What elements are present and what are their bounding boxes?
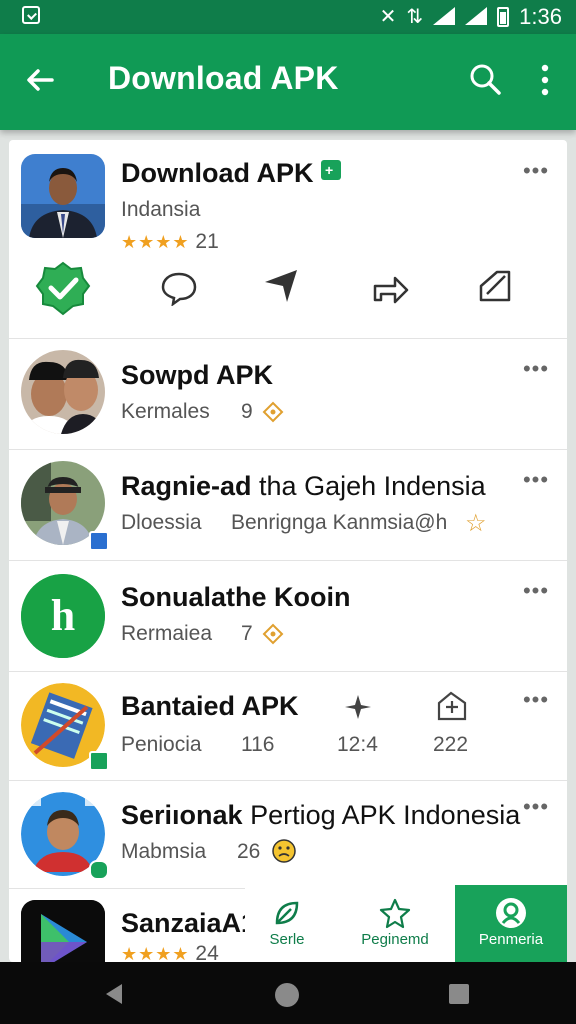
bottom-navigation: Serle Peginemd Penmeria [245, 885, 567, 962]
nav-label: Penmeria [478, 931, 544, 948]
list-item[interactable]: Sowpd APK Kermales 9 ••• [9, 338, 567, 450]
vibrate-off-icon: ✕ [379, 6, 397, 28]
star-outline-icon [379, 898, 411, 929]
app-icon: h [21, 574, 105, 658]
emoji-icon [272, 839, 296, 863]
badge-icon [89, 860, 109, 880]
download-notification-icon [22, 6, 40, 24]
badge-icon [89, 531, 109, 551]
shield-check-icon[interactable] [35, 260, 91, 320]
home-icon[interactable] [274, 982, 300, 1008]
star-icon[interactable]: ☆ [465, 509, 487, 538]
tag-icon [262, 623, 284, 645]
app-icon [21, 350, 105, 434]
recents-icon[interactable] [448, 983, 470, 1005]
back-icon[interactable] [102, 982, 126, 1006]
item-menu-icon[interactable]: ••• [521, 358, 551, 380]
profile-icon [496, 898, 526, 928]
item-menu-icon[interactable]: ••• [521, 580, 551, 602]
app-rating: ★★★★ 24 [121, 942, 219, 962]
app-name: SanzaiaA1 [121, 908, 257, 938]
rating-stars: ★★★★ [121, 944, 190, 962]
list-item[interactable]: Download APK + Indansia ★★★★ 21 ••• [9, 140, 567, 339]
app-name: Bantaied APK [121, 691, 299, 721]
item-menu-icon[interactable]: ••• [521, 796, 551, 818]
item-count: 7 [241, 622, 253, 645]
signal-icon-2 [465, 7, 488, 27]
nav-label: Peginemd [361, 931, 429, 948]
app-name: Sonualathe Kooin [121, 582, 351, 612]
app-publisher: Dloessia [121, 511, 202, 534]
nav-item-penmeria[interactable]: Penmeria [455, 885, 567, 962]
battery-icon [497, 7, 510, 27]
system-navigation-bar [0, 962, 576, 1024]
list-item[interactable]: Bantaied APK Peniocia 116 12:4 222 ••• [9, 671, 567, 781]
app-publisher: Kermales [121, 400, 210, 423]
app-bar: Download APK [0, 34, 576, 130]
app-rating: ★★★★ 21 [121, 230, 219, 254]
app-name: Sowpd APK [121, 360, 273, 390]
svg-text:h: h [51, 591, 75, 640]
item-menu-icon[interactable]: ••• [521, 689, 551, 711]
comment-icon[interactable] [159, 270, 199, 306]
share-icon[interactable] [371, 268, 411, 306]
signal-icon [433, 7, 456, 27]
item-menu-icon[interactable]: ••• [521, 469, 551, 491]
app-name: Seriıonak Pertiog APK Indonesia [121, 800, 521, 830]
status-time: 1:36 [519, 4, 562, 29]
app-description: Benrignga Kanmsia@h [231, 511, 448, 534]
nav-label: Serle [269, 931, 305, 948]
downloads-stat: 116 [241, 733, 275, 756]
data-icon: ⇅ [406, 6, 424, 28]
app-publisher: Peniocia [121, 733, 202, 756]
nav-item-peginemd[interactable]: Peginemd [345, 885, 445, 962]
pin-icon[interactable] [261, 266, 301, 306]
reviews-stat: 222 [433, 733, 469, 756]
item-count: 9 [241, 400, 253, 423]
search-icon[interactable] [468, 62, 502, 96]
edit-icon[interactable] [475, 266, 515, 306]
pin-icon [345, 695, 371, 719]
list-item[interactable]: Seriıonak Pertiog APK Indonesia Mabmsia … [9, 780, 567, 889]
list-item[interactable]: h Sonualathe Kooin Rermaiea 7 ••• [9, 560, 567, 672]
leaf-icon [275, 901, 299, 925]
app-list: Download APK + Indansia ★★★★ 21 ••• Sowp… [9, 140, 567, 962]
rating-count: 24 [195, 942, 219, 962]
app-publisher: Rermaiea [121, 622, 213, 645]
add-icon [437, 691, 467, 721]
status-bar: ✕ ⇅ 1:36 [0, 0, 576, 34]
rating-stars: ★★★★ [121, 232, 190, 252]
app-icon [21, 154, 105, 238]
nav-item-serle[interactable]: Serle [245, 885, 329, 962]
list-item[interactable]: Ragnie-ad tha Gajeh Indensia Dloessia Be… [9, 449, 567, 561]
back-arrow-icon[interactable] [22, 62, 58, 98]
app-publisher: Indansia [121, 198, 201, 221]
badge-icon [89, 751, 109, 771]
item-count: 26 [237, 840, 261, 863]
app-name: Ragnie-ad tha Gajeh Indensia [121, 471, 486, 501]
overflow-menu-icon[interactable] [540, 64, 550, 96]
item-menu-icon[interactable]: ••• [521, 160, 551, 182]
verified-badge-icon: + [321, 160, 342, 180]
app-icon [21, 900, 105, 962]
rating-count: 21 [195, 230, 219, 253]
time-stat: 12:4 [337, 733, 378, 756]
tag-icon [262, 401, 284, 423]
page-title: Download APK [108, 60, 339, 96]
app-name: Download APK + [121, 158, 342, 189]
app-publisher: Mabmsia [121, 840, 207, 863]
